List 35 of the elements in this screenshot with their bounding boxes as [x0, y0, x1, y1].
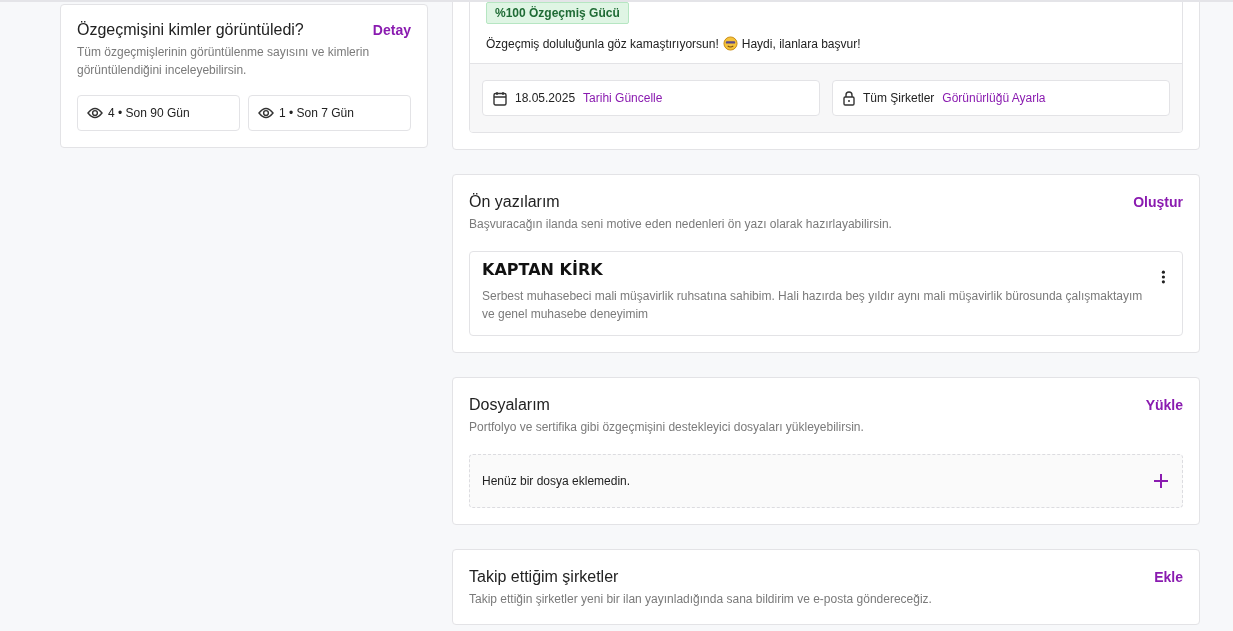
eye-icon: [258, 107, 274, 119]
add-icon[interactable]: [1154, 474, 1168, 488]
cover-letter-card[interactable]: KAPTAN KİRK Serbest muhasebeci mali müşavirlik ruhsatına sahibim. Hali hazırda beş yıldır aynı mali müşavirlik bürosunda çalışmaktayım ve genel muhasebe deneyimim: [469, 251, 1183, 336]
empty-message: Henüz bir dosya eklemedin.: [482, 474, 631, 488]
view-count-chip[interactable]: 4 • Son 90 Gün: [77, 95, 240, 131]
card-description: Başvuracağın ilanda seni motive eden nedenleri ön yazı olarak hazırlayabilirsin.: [469, 216, 893, 233]
field-value: 18.05.2025: [515, 91, 576, 105]
card-title: Dosyalarım: [469, 396, 550, 414]
card-title: Takip ettiğim şirketler: [469, 568, 619, 586]
card-action-link[interactable]: Detay: [372, 22, 411, 38]
cover-letter-text: Serbest muhasebeci mali müşavirlik ruhsatına sahibim. Hali hazırda beş yıldır aynı mali müşavirlik bürosunda çalışmaktayım ve genel muhasebe deneyimim: [482, 288, 1144, 323]
view-count: 1 • Son 7 Gün: [279, 106, 354, 120]
card-description: Portfolyo ve sertifika gibi özgeçmişini destekleyici dosyaları yükleyebilirsin.: [469, 419, 865, 436]
card-title: Özgeçmişini kimler görüntüledi?: [77, 21, 304, 39]
cover-letter-title: KAPTAN KİRK: [482, 260, 604, 279]
card-description: Tüm özgeçmişlerinin görüntülenme sayısını ve kimlerin görüntülendiğini inceleyebilirsin.: [77, 44, 371, 79]
card-description: Takip ettiğin şirketler yeni bir ilan yayınladığında sana bildirim ve e-posta göndereceğiz.: [469, 591, 933, 608]
message-text: Özgeçmiş doluluğunla göz kamaştırıyorsun!: [486, 36, 719, 51]
eye-icon: [87, 107, 103, 119]
card-action-link[interactable]: Oluştur: [1133, 194, 1183, 210]
field-action-link[interactable]: Tarihi Güncelle: [583, 91, 663, 105]
field-action-link[interactable]: Görünürlüğü Ayarla: [942, 91, 1046, 105]
view-count-chip[interactable]: 1 • Son 7 Gün: [248, 95, 411, 131]
card-title: Ön yazılarım: [469, 193, 560, 211]
message-text: Haydi, ilanlara başvur!: [741, 36, 861, 51]
calendar-icon: [493, 90, 507, 106]
card-action-link[interactable]: Ekle: [1154, 569, 1183, 585]
card-action-link[interactable]: Yükle: [1145, 397, 1183, 413]
file-dropzone[interactable]: Henüz bir dosya eklemedin.: [469, 454, 1183, 508]
strength-badge: %100 Özgeçmiş Gücü: [486, 2, 629, 24]
lock-icon: [843, 90, 855, 106]
field-value: Tüm Şirketler: [863, 91, 935, 105]
view-count: 4 • Son 90 Gün: [108, 106, 190, 120]
more-icon[interactable]: [1161, 268, 1166, 286]
smiley-icon: [722, 36, 738, 51]
